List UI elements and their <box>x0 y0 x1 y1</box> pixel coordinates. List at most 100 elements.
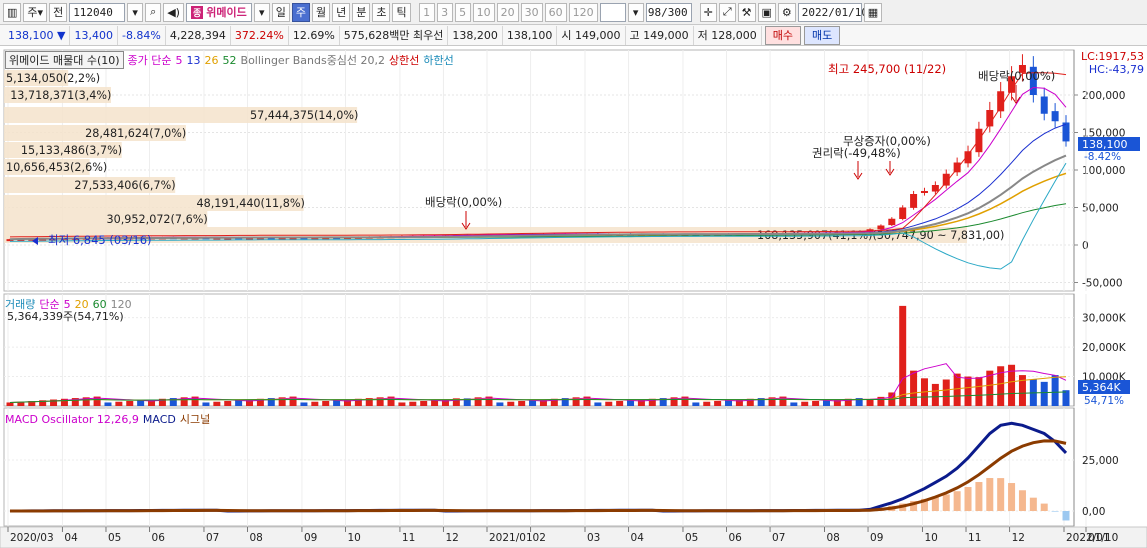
interval-tab-1[interactable]: 1 <box>418 2 435 22</box>
volume-bar <box>714 400 722 406</box>
candle-body <box>899 207 907 220</box>
volume-bar <box>507 401 515 406</box>
volume-bar <box>801 401 809 406</box>
change-rate: -8.84% <box>118 25 166 45</box>
volume-tick-label: 30,000K <box>1082 313 1127 325</box>
candle-body <box>997 91 1005 112</box>
data-count-field[interactable]: 98/300 <box>645 2 692 22</box>
volume-bar <box>1051 375 1059 406</box>
sell-button[interactable]: 매도 <box>804 25 841 45</box>
interval-tab-120[interactable]: 120 <box>568 2 598 22</box>
macd-oscillator-bar <box>1008 483 1016 511</box>
bb-lower-legend: 하한선 <box>423 54 454 67</box>
calendar-icon[interactable]: ▦ <box>863 2 883 22</box>
buy-button[interactable]: 매수 <box>764 25 802 45</box>
date-field[interactable]: 2022/01/10 <box>797 2 868 22</box>
bb-legend: Bollinger Bands중심선 20,2 <box>240 54 386 67</box>
period-type-select[interactable]: 주 ▾ <box>23 2 48 22</box>
candle-body <box>920 191 928 193</box>
x-tick-label: 12 <box>1012 532 1025 544</box>
dividend-annotation: 배당락(0,00%) <box>978 69 1055 83</box>
interval-tab-10[interactable]: 10 <box>472 2 495 22</box>
high-price: 고 149,000 <box>626 25 694 45</box>
volume-bar <box>420 400 428 406</box>
zoom-icon[interactable]: ⤢ <box>718 2 736 22</box>
macd-oscillator-bar <box>942 494 950 511</box>
low-value: 128,000 <box>711 28 757 42</box>
interval-tab-30[interactable]: 30 <box>520 2 543 22</box>
interval-tab-60[interactable]: 60 <box>544 2 567 22</box>
period-tab-4[interactable]: 분 <box>352 2 371 22</box>
volume-bar <box>213 401 221 406</box>
volume-bar <box>137 400 145 406</box>
x-tick-label: 01/10 <box>1088 532 1118 544</box>
volume-bar <box>202 402 210 406</box>
open-price: 시 149,000 <box>557 25 626 45</box>
macd-oscillator-bar <box>953 491 961 511</box>
volume-bar <box>322 400 330 406</box>
sound-icon[interactable]: ◀) <box>163 2 184 22</box>
period-type-label: 주 <box>27 6 38 19</box>
volume-profile-label: 27,533,406(6,7%) <box>74 179 175 192</box>
volume-bar <box>529 400 537 406</box>
high-label: 고 <box>629 29 640 42</box>
stock-chart-window: ▥ 주 ▾ 전 112040 ▾ ⌕ ◀) 종 위메이드 ▾ 일주월년분초틱 135… <box>0 0 1147 548</box>
hc-value: HC:-43,79 <box>1088 63 1144 76</box>
period-tab-2[interactable]: 월 <box>311 2 331 22</box>
macd-oscillator-bar <box>997 478 1005 511</box>
code-dropdown-button[interactable]: ▾ <box>127 2 144 22</box>
profile-legend[interactable]: 위메이드 매물대 수(10) <box>5 51 124 69</box>
x-tick-label: 12 <box>445 532 458 544</box>
trade-amount: 575,628백만 최우선 <box>340 25 449 45</box>
volume-bar <box>964 376 972 406</box>
stock-name-field[interactable]: 종 위메이드 <box>185 2 252 22</box>
volume-profile-label: 13,718,371(3,4%) <box>10 89 111 102</box>
price-tick-label: 100,000 <box>1082 165 1125 177</box>
interval-dropdown-button[interactable]: ▾ <box>627 2 644 22</box>
period-tab-6[interactable]: 틱 <box>392 2 411 22</box>
save-icon[interactable]: ▣ <box>757 2 776 22</box>
volume-bar <box>725 400 733 406</box>
chart-type-icon[interactable]: ▥ <box>3 2 22 22</box>
settings-gear-icon[interactable]: ⚙ <box>777 2 796 22</box>
price-legend: 위메이드 매물대 수(10) 종가 단순 5 13 26 52 Bollinge… <box>5 51 458 69</box>
volume-bar <box>431 400 439 406</box>
tools-icon[interactable]: ⚒ <box>737 2 756 22</box>
period-tab-5[interactable]: 초 <box>372 2 391 22</box>
signal-line-legend: 시그널 <box>179 413 211 426</box>
high-value: 149,000 <box>643 28 689 42</box>
name-dropdown-button[interactable]: ▾ <box>253 2 270 22</box>
volume-current: 5,364,339주(54,71%) <box>7 310 124 323</box>
low-annotation: 최저 6,845 (03/16) <box>48 233 152 247</box>
interval-tab-5[interactable]: 5 <box>454 2 471 22</box>
x-tick-label: 04 <box>631 532 645 544</box>
x-tick-label: 02 <box>533 532 546 544</box>
search-icon[interactable]: ⌕ <box>145 2 162 22</box>
x-tick-label: 08 <box>250 532 263 544</box>
chart-canvas[interactable]: 200,000150,000100,00050,0000-50,0002020/… <box>0 47 1147 548</box>
period-tab-3[interactable]: 년 <box>332 2 351 22</box>
volume-bar <box>627 400 635 406</box>
interval-tab-3[interactable]: 3 <box>436 2 453 22</box>
stock-code-input[interactable]: 112040 <box>69 2 126 22</box>
volume-profile-label: 57,444,375(14,0%) <box>250 109 358 122</box>
crosshair-icon[interactable]: ✛ <box>699 2 717 22</box>
period-tab-1[interactable]: 주 <box>291 2 310 22</box>
market-select[interactable]: 전 <box>49 2 68 22</box>
volume-profile-label: 10,656,453(2,6%) <box>6 161 107 174</box>
macd-oscillator-bar <box>1018 490 1026 511</box>
period-tab-0[interactable]: 일 <box>271 2 290 22</box>
volume-bar <box>1040 381 1048 406</box>
high-annotation: 최고 245,700 (11/22) <box>828 62 946 76</box>
interval-tab-20[interactable]: 20 <box>496 2 519 22</box>
chart-toolbar: ▥ 주 ▾ 전 112040 ▾ ⌕ ◀) 종 위메이드 ▾ 일주월년분초틱 135… <box>0 0 1147 25</box>
x-tick-label: 05 <box>108 532 121 544</box>
volume-bar <box>616 400 624 406</box>
custom-interval-input[interactable] <box>599 2 626 22</box>
market-label: 전 <box>53 6 64 19</box>
stock-name: 위메이드 <box>206 6 247 19</box>
bb-upper-legend: 상한선 <box>389 54 420 67</box>
candle-body <box>888 218 896 226</box>
volume-bar <box>126 400 134 406</box>
volume-tick-label: 20,000K <box>1082 342 1127 354</box>
